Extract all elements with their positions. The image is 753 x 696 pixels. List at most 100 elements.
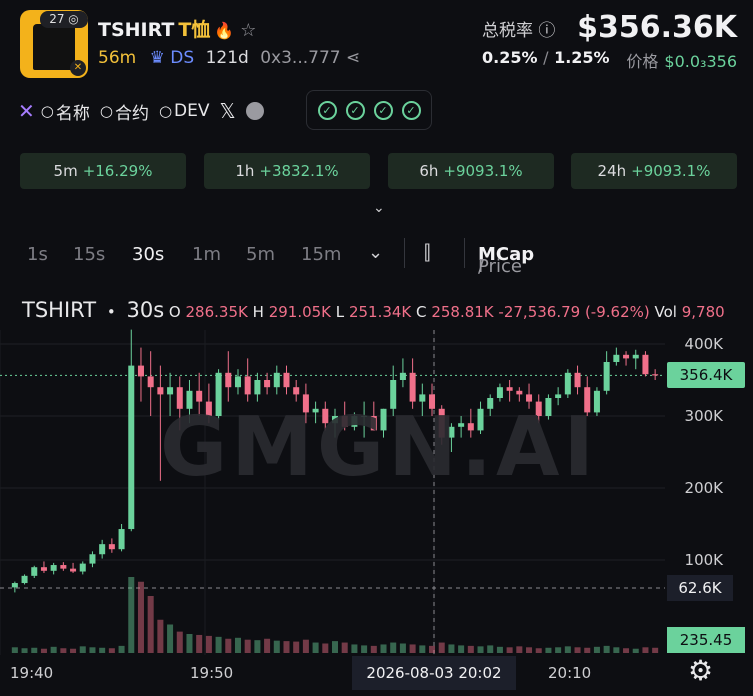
candle-body: [244, 376, 251, 395]
tf-30s[interactable]: 30s: [132, 244, 164, 265]
tax-label-row: 总税率 ⓘ: [482, 16, 555, 41]
last-price-tag: 356.4K: [667, 362, 745, 388]
x-tick: 20:10: [548, 664, 592, 682]
token-name-cn: T恤: [178, 19, 211, 41]
search-icon: ○: [40, 102, 54, 120]
volume-bar: [79, 646, 86, 653]
gear-icon[interactable]: ⚙: [688, 654, 713, 687]
candle-body: [264, 380, 271, 388]
candlestick-icon[interactable]: ⫿: [424, 240, 430, 264]
x-twitter-icon[interactable]: 𝕏: [220, 99, 236, 123]
platform-icon: ✕: [70, 60, 86, 76]
volume-bar: [574, 647, 581, 653]
token-symbol: TSHIRT: [98, 19, 175, 41]
volume-bar: [60, 648, 67, 653]
candle-body: [273, 372, 280, 388]
candle-body: [399, 372, 406, 380]
close-value: 258.81K: [431, 303, 494, 321]
volume-bar: [264, 638, 271, 653]
share-icon[interactable]: ⋖: [346, 48, 360, 68]
token-title: TSHIRT T恤 🔥 ☆: [98, 15, 256, 42]
chevron-down-icon[interactable]: ⌄: [373, 200, 385, 216]
change-5m[interactable]: 5m +16.29%: [20, 153, 186, 189]
toggle-sep: /: [478, 256, 485, 277]
low-label: L: [335, 303, 345, 321]
volume-bar: [118, 645, 125, 653]
tax-sell: 1.25%: [554, 48, 610, 67]
divider: [464, 238, 465, 268]
volume-bar: [302, 639, 309, 653]
tf-1m[interactable]: 1m: [192, 244, 221, 265]
price-label: 价格: [626, 52, 659, 71]
volume-bar: [555, 647, 562, 653]
crosshair-price-tag: 62.6K: [667, 575, 733, 601]
volume-bar: [89, 647, 96, 653]
x-tick: 19:40: [10, 664, 54, 682]
search-dev-link[interactable]: ○ DEV: [159, 101, 210, 121]
gmgn-logo-icon[interactable]: ✕: [18, 99, 35, 123]
link-label: 合约: [114, 103, 149, 124]
fire-icon: 🔥: [214, 21, 235, 40]
token-avatar[interactable]: 27 ◎ ✕: [20, 10, 88, 78]
change-1h[interactable]: 1h +3832.1%: [204, 153, 370, 189]
change-period: 5m: [53, 162, 78, 180]
volume-bar: [11, 647, 18, 653]
tax-sep: /: [543, 48, 549, 67]
volume-bar: [380, 644, 387, 653]
volume-bar: [254, 640, 261, 653]
candle-body: [60, 565, 67, 569]
volume-bar: [603, 645, 610, 653]
volume-bar: [312, 642, 319, 653]
token-header: 27 ◎ ✕ TSHIRT T恤 🔥 ☆ 56m ♛ DS 121d 0x3...77…: [0, 0, 753, 88]
divider: [404, 238, 405, 268]
market-cap: $356.36K: [577, 10, 737, 45]
candle-body: [147, 376, 154, 388]
volume-bar: [564, 646, 571, 653]
search-contract-link[interactable]: ○ 合约: [100, 99, 149, 124]
tf-5m[interactable]: 5m: [246, 244, 275, 265]
chevron-down-icon[interactable]: ⌄: [368, 242, 383, 263]
star-icon[interactable]: ☆: [240, 20, 256, 41]
crosshair-time-tag: 2026-08-03 20:02: [352, 656, 516, 690]
legend-dot: •: [106, 303, 116, 321]
volume-bar: [370, 645, 377, 653]
candle-body: [157, 387, 164, 395]
change-6h[interactable]: 6h +9093.1%: [388, 153, 554, 189]
tshirt-image: [33, 24, 75, 70]
tf-15s[interactable]: 15s: [73, 244, 105, 265]
volume-bar: [331, 641, 339, 653]
check-icon: ✓: [345, 100, 365, 120]
volume-bar: [516, 646, 523, 653]
volume-bar: [196, 634, 203, 653]
volume-bar: [467, 645, 474, 653]
price-option: Price: [478, 256, 522, 277]
help-icon[interactable]: ⓘ: [538, 21, 555, 41]
link-label: 名称: [55, 103, 90, 124]
tf-1s[interactable]: 1s: [27, 244, 48, 265]
search-name-link[interactable]: ○ 名称: [41, 99, 90, 124]
website-icon[interactable]: [245, 102, 264, 120]
volume-bar: [128, 577, 135, 653]
legend-symbol: TSHIRT: [22, 298, 97, 322]
vol-label: Vol: [654, 303, 677, 321]
timeframe-bar: 1s 15s 30s 1m 5m 15m ⌄ ⫿ Price / MCap: [0, 232, 753, 278]
candle-body: [623, 354, 630, 359]
ds-badge[interactable]: ♛ DS: [150, 48, 195, 68]
token-age: 56m: [98, 48, 137, 68]
volume-bar: [496, 646, 503, 653]
candle-body: [603, 362, 610, 391]
vol-value: 9,780: [681, 303, 725, 321]
volume-bar: [137, 581, 144, 653]
price-mcap-toggle[interactable]: Price / MCap: [478, 244, 534, 277]
volume-bar: [205, 635, 212, 653]
candle-body: [128, 365, 135, 530]
candle-body: [50, 565, 57, 571]
volume-bar: [458, 645, 465, 653]
tf-15m[interactable]: 15m: [301, 244, 341, 265]
contract-address[interactable]: 0x3...777: [260, 48, 340, 68]
close-label: C: [416, 303, 427, 321]
change-24h[interactable]: 24h +9093.1%: [571, 153, 737, 189]
audit-checks[interactable]: ✓ ✓ ✓ ✓: [306, 90, 432, 130]
y-tick: 200K: [684, 479, 723, 497]
y-tick: 400K: [684, 335, 723, 353]
